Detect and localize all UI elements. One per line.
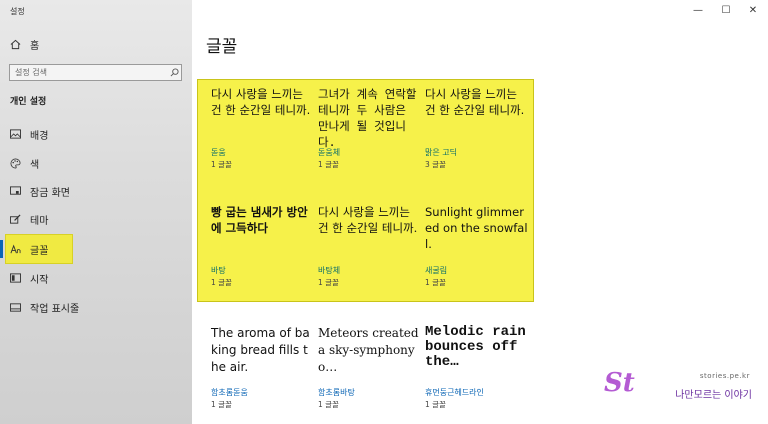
sidebar-item-label: 시작	[30, 274, 49, 286]
sidebar-item-home[interactable]: 홈	[0, 31, 192, 57]
home-icon	[9, 38, 21, 50]
minimize-button[interactable]: —	[687, 2, 709, 18]
font-count: 1 글꼴	[211, 160, 232, 169]
font-icon	[9, 243, 21, 255]
palette-icon	[9, 157, 21, 169]
sidebar-item-label: 홈	[30, 40, 40, 52]
watermark: St stories.pe.kr 나만모르는 이야기	[604, 368, 754, 408]
font-name: 함초롬바탕	[318, 388, 355, 397]
font-tile-new-gulim[interactable]: Sunlight glimmered on the snowfall. 새굴림 …	[425, 204, 529, 288]
font-count: 1 글꼴	[318, 278, 339, 287]
font-name: 바탕체	[318, 266, 341, 275]
font-name: 돋움	[211, 148, 226, 157]
start-icon	[9, 272, 21, 284]
lock-screen-icon	[9, 185, 21, 197]
font-count: 3 글꼴	[425, 160, 446, 169]
sidebar-item-color[interactable]: 색	[0, 150, 192, 176]
font-tile-batang[interactable]: 빵 굽는 냄새가 방안에 그득하다 바탕 1 글꼴	[211, 204, 315, 288]
sidebar-item-label: 잠금 화면	[30, 187, 70, 199]
font-name: 새굴림	[425, 266, 448, 275]
font-sample: 그녀가 계속 연락할 테니까 두 사람은 만나게 될 것입니다.	[318, 87, 417, 149]
font-count: 1 글꼴	[425, 400, 446, 409]
font-tile-malgun-gothic[interactable]: 다시 사랑을 느끼는 건 한 순간일 테니까. 맑은 고딕 3 글꼴	[425, 86, 529, 170]
taskbar-icon	[9, 301, 21, 313]
font-name: 휴먼둥근헤드라인	[425, 388, 484, 397]
main-content: — ☐ ✕ 글꼴 다시 사랑을 느끼는 건 한 순간일 테니까. 돋움 1 글꼴…	[192, 0, 768, 424]
font-count: 1 글꼴	[318, 400, 339, 409]
search-box[interactable]	[9, 64, 182, 81]
font-tile-batangche[interactable]: 다시 사랑을 느끼는 건 한 순간일 테니까. 바탕체 1 글꼴	[318, 204, 422, 288]
page-title: 글꼴	[206, 37, 238, 57]
section-title: 개인 설정	[10, 97, 47, 107]
sidebar-item-theme[interactable]: 테마	[0, 206, 192, 232]
font-name: 맑은 고딕	[425, 148, 457, 157]
search-icon[interactable]	[167, 66, 181, 80]
picture-icon	[9, 128, 21, 140]
font-count: 1 글꼴	[318, 160, 339, 169]
font-sample: 다시 사랑을 느끼는 건 한 순간일 테니까.	[425, 87, 525, 117]
font-sample: Sunlight glimmered on the snowfall.	[425, 205, 528, 251]
watermark-logo: St	[604, 368, 635, 398]
font-tile-human-headline[interactable]: Melodic rain bounces off the… 휴먼둥근헤드라인 1…	[425, 325, 529, 413]
app-title: 설정	[10, 7, 25, 16]
sidebar: 설정 홈 개인 설정 배경 색 잠금 화면 테마	[0, 0, 192, 424]
font-tile-dotum[interactable]: 다시 사랑을 느끼는 건 한 순간일 테니까. 돋움 1 글꼴	[211, 86, 315, 170]
sidebar-item-lock-screen[interactable]: 잠금 화면	[0, 178, 192, 204]
close-button[interactable]: ✕	[742, 2, 764, 18]
font-sample: 다시 사랑을 느끼는 건 한 순간일 테니까.	[211, 87, 311, 117]
sidebar-item-start[interactable]: 시작	[0, 265, 192, 291]
active-indicator	[0, 240, 3, 258]
brush-icon	[9, 213, 21, 225]
sidebar-item-label: 작업 표시줄	[30, 303, 80, 315]
sidebar-item-fonts[interactable]: 글꼴	[0, 234, 192, 264]
font-count: 1 글꼴	[211, 278, 232, 287]
font-tile-dotumche[interactable]: 그녀가 계속 연락할 테니까 두 사람은 만나게 될 것입니다. 돋움체 1 글…	[318, 86, 422, 170]
font-sample: 다시 사랑을 느끼는 건 한 순간일 테니까.	[318, 205, 418, 235]
font-count: 1 글꼴	[425, 278, 446, 287]
font-sample: Melodic rain bounces off the…	[425, 324, 526, 370]
font-name: 바탕	[211, 266, 226, 275]
sidebar-item-label: 배경	[30, 130, 49, 142]
sidebar-item-label: 테마	[30, 215, 49, 227]
watermark-name: 나만모르는 이야기	[675, 390, 752, 401]
sidebar-item-label: 색	[30, 159, 40, 171]
font-tile-hamchorom-dotum[interactable]: The aroma of baking bread fills the air.…	[211, 325, 315, 413]
search-input[interactable]	[10, 68, 167, 77]
font-name: 함초롬돋움	[211, 388, 248, 397]
font-sample: 빵 굽는 냄새가 방안에 그득하다	[211, 205, 308, 235]
font-tile-hamchorom-batang[interactable]: Meteors created a sky-symphony o… 함초롬바탕 …	[318, 325, 422, 413]
font-name: 돋움체	[318, 148, 341, 157]
maximize-button[interactable]: ☐	[715, 2, 737, 18]
sidebar-item-taskbar[interactable]: 작업 표시줄	[0, 294, 192, 320]
sidebar-item-background[interactable]: 배경	[0, 121, 192, 147]
sidebar-item-label: 글꼴	[30, 245, 49, 257]
watermark-url: stories.pe.kr	[699, 372, 750, 380]
font-sample: Meteors created a sky-symphony o…	[318, 326, 419, 374]
font-sample: The aroma of baking bread fills the air.	[211, 326, 310, 374]
font-count: 1 글꼴	[211, 400, 232, 409]
